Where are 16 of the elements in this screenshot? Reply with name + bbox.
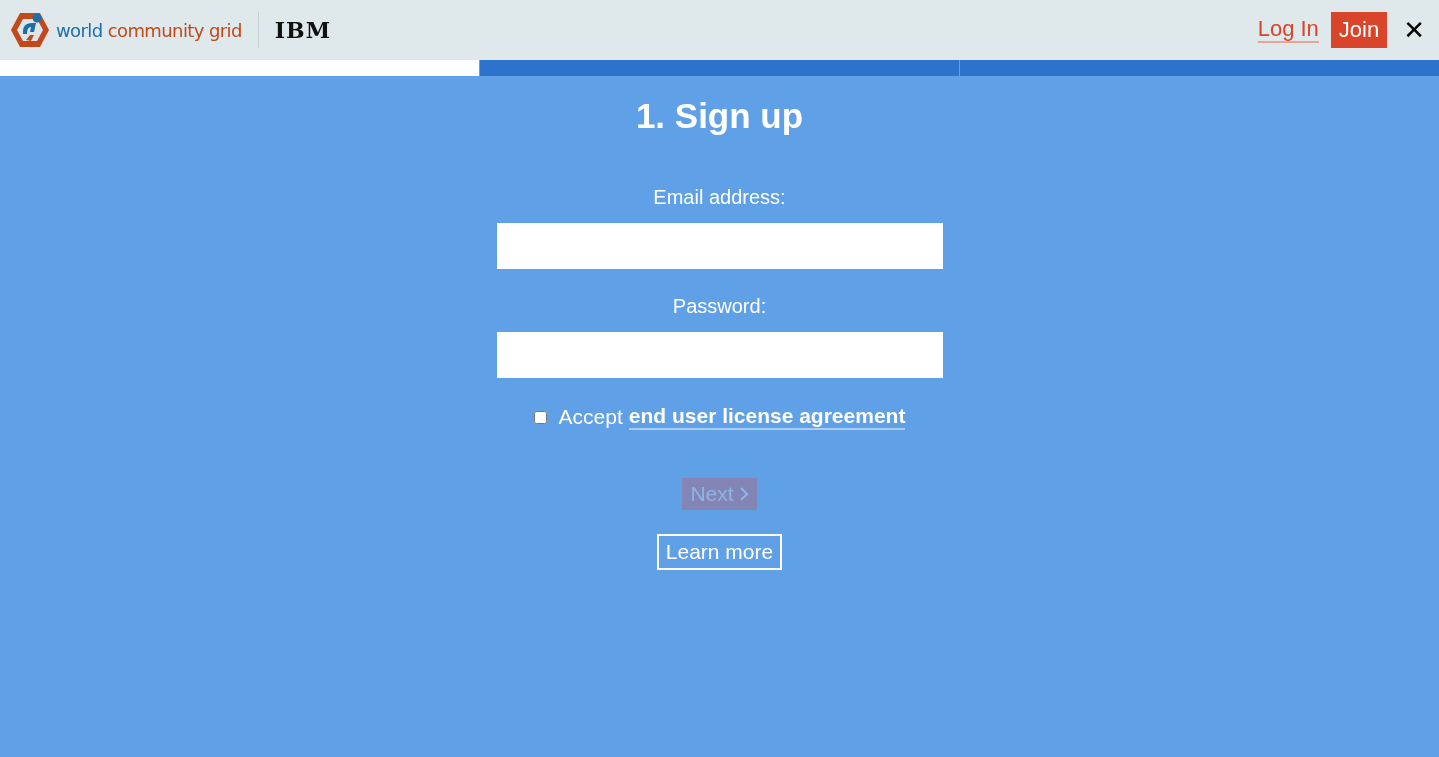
accept-checkbox[interactable]: [533, 410, 547, 424]
page-title: 1. Sign up: [635, 96, 804, 136]
learn-more-button[interactable]: Learn more: [656, 534, 783, 570]
login-link[interactable]: Log In: [1257, 17, 1319, 43]
email-label: Email address:: [653, 186, 786, 209]
close-button[interactable]: ✕: [1399, 15, 1429, 45]
email-field[interactable]: [496, 223, 943, 269]
password-field[interactable]: [496, 332, 943, 378]
password-label: Password:: [672, 295, 767, 318]
logo-text: world community grid: [56, 19, 242, 41]
chevron-right-icon: [738, 487, 749, 501]
license-link[interactable]: end user license agreement: [628, 404, 906, 430]
partner-logo: IBM: [274, 17, 332, 43]
hexagon-logo-icon: [10, 10, 50, 50]
accept-label: Accept: [558, 405, 623, 429]
join-button[interactable]: Join: [1330, 12, 1388, 48]
